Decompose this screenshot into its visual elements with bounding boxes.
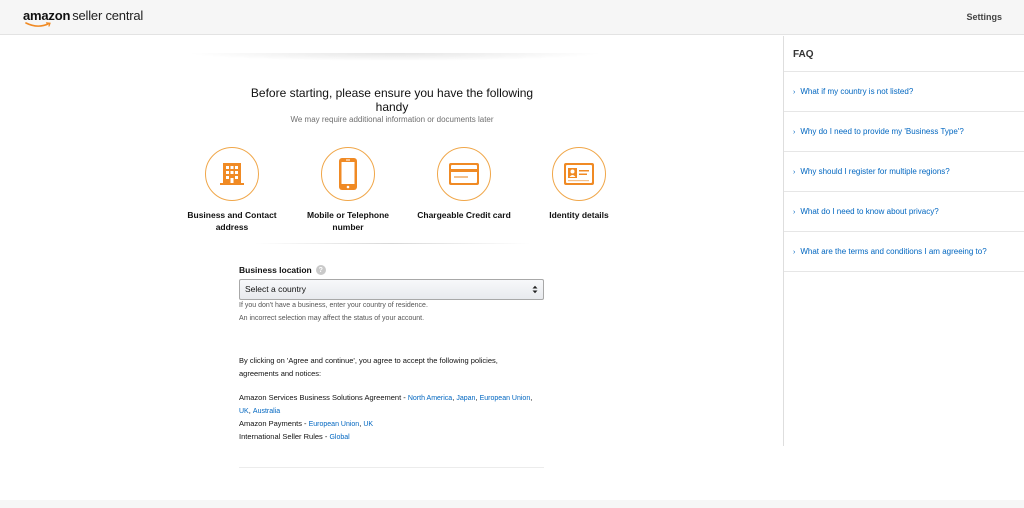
faq-item[interactable]: › Why should I register for multiple regi… (784, 152, 1024, 192)
requirement-label: Identity details (549, 210, 609, 220)
faq-title: FAQ (784, 36, 1024, 72)
chevron-right-icon: › (793, 89, 796, 96)
main-content: Before starting, please ensure you have … (0, 36, 783, 508)
policy-link-north-america[interactable]: North America (408, 395, 452, 402)
agreement-text: By clicking on 'Agree and continue', you… (239, 356, 498, 378)
select-arrows-icon (532, 285, 538, 294)
credit-card-icon (449, 163, 479, 185)
help-icon[interactable]: ? (315, 265, 326, 275)
settings-link[interactable]: Settings (966, 12, 1002, 22)
faq-item[interactable]: › What are the terms and conditions I am … (784, 232, 1024, 272)
policy-bsa: Amazon Services Business Solutions Agree… (239, 393, 533, 415)
policy-link-european-union[interactable]: European Union (480, 395, 531, 402)
policy-link-global[interactable]: Global (329, 434, 349, 441)
logo-product: seller central (72, 8, 144, 23)
requirement-phone: Mobile or Telephone number (293, 147, 403, 233)
policy-name: Amazon Payments - (239, 419, 309, 428)
id-card-icon (564, 163, 594, 185)
page-subline: We may require additional information or… (290, 115, 494, 124)
faq-item[interactable]: › Why do I need to provide my 'Business T… (784, 112, 1024, 152)
policy-link-australia[interactable]: Australia (253, 408, 280, 415)
country-select[interactable]: Select a country (239, 279, 544, 300)
faq-item-label: What are the terms and conditions I am a… (800, 247, 987, 256)
requirement-icon-circle (552, 147, 606, 201)
policy-link-uk[interactable]: UK (363, 421, 373, 428)
chevron-right-icon: › (793, 209, 796, 216)
country-select-value: Select a country (245, 284, 306, 294)
faq-item-label: Why should I register for multiple regio… (800, 167, 950, 176)
faq-item-label: What if my country is not listed? (800, 87, 914, 96)
faq-panel: FAQ › What if my country is not listed? ›… (783, 36, 1024, 446)
business-location-label: Business location ? (239, 265, 326, 275)
building-icon (220, 163, 244, 185)
business-location-text: Business location (239, 265, 312, 275)
chevron-right-icon: › (793, 249, 796, 256)
chevron-right-icon: › (793, 169, 796, 176)
section-divider (255, 243, 530, 244)
amazon-smile-icon (25, 22, 51, 27)
bottom-divider (239, 467, 544, 468)
requirement-icon-circle (205, 147, 259, 201)
logo-brand: amazon (23, 8, 71, 23)
requirement-icon-circle (321, 147, 375, 201)
policy-link-japan[interactable]: Japan (456, 395, 475, 402)
faq-item-label: Why do I need to provide my 'Business Ty… (800, 127, 964, 136)
policy-name: International Seller Rules - (239, 432, 330, 441)
top-bar: amazon seller central Settings (0, 0, 1024, 35)
requirement-label: Business and Contact address (187, 210, 277, 232)
policy-list: Amazon Services Business Solutions Agree… (239, 392, 544, 444)
policy-payments: Amazon Payments - European Union, UK (239, 419, 374, 428)
policy-seller-rules: International Seller Rules - Global (239, 431, 544, 444)
page-headline: Before starting, please ensure you have … (250, 86, 534, 114)
faq-item[interactable]: › What do I need to know about privacy? (784, 192, 1024, 232)
mobile-phone-icon (339, 158, 357, 190)
requirement-label: Mobile or Telephone number (306, 210, 389, 232)
requirement-credit-card: Chargeable Credit card (409, 147, 519, 221)
requirement-label: Chargeable Credit card (417, 210, 511, 220)
requirement-identity: Identity details (524, 147, 634, 221)
policy-link-european-union[interactable]: European Union (309, 421, 360, 428)
section-shadow (185, 53, 605, 61)
policy-link-uk[interactable]: UK (239, 408, 249, 415)
location-hint-1: If you don't have a business, enter your… (239, 302, 428, 309)
faq-item[interactable]: › What if my country is not listed? (784, 72, 1024, 112)
policy-name: Amazon Services Business Solutions Agree… (239, 393, 408, 402)
requirement-icon-circle (437, 147, 491, 201)
faq-item-label: What do I need to know about privacy? (800, 207, 939, 216)
bottom-bar (0, 500, 1024, 508)
location-hint-2: An incorrect selection may affect the st… (239, 315, 425, 322)
chevron-right-icon: › (793, 129, 796, 136)
amazon-seller-central-logo[interactable]: amazon seller central (23, 7, 143, 29)
requirement-business-address: Business and Contact address (177, 147, 287, 233)
